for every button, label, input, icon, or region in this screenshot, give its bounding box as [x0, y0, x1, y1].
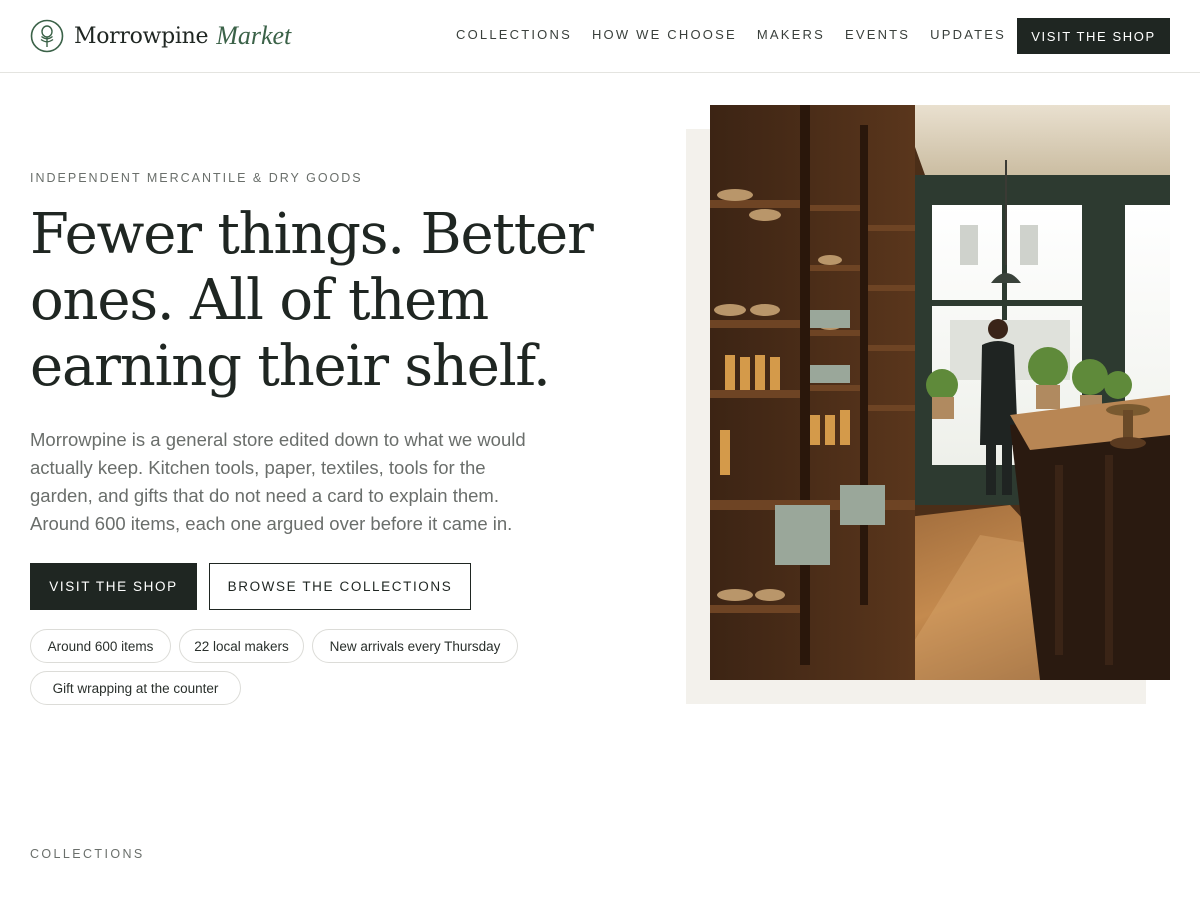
site-header: Morrowpine Market COLLECTIONS HOW WE CHO… — [0, 0, 1200, 73]
chip-gift-wrapping: Gift wrapping at the counter — [30, 671, 241, 705]
description-line-2: actually keep. Kitchen tools, paper, tex… — [30, 457, 486, 478]
header-visit-shop-button[interactable]: VISIT THE SHOP — [1017, 18, 1170, 54]
brand-accent: Market — [216, 21, 292, 50]
headline-line-1: Fewer things. Better — [30, 202, 594, 267]
browse-collections-button[interactable]: BROWSE THE COLLECTIONS — [209, 563, 471, 610]
description-line-4: Around 600 items, each one argued over b… — [30, 513, 513, 534]
headline-line-2: ones. All of them — [30, 268, 489, 333]
nav-makers[interactable]: MAKERS — [757, 26, 825, 44]
hero-eyebrow: INDEPENDENT MERCANTILE & DRY GOODS — [30, 171, 363, 185]
hero-headline: Fewer things. Better ones. All of them e… — [30, 202, 610, 400]
nav-collections[interactable]: COLLECTIONS — [456, 26, 572, 44]
nav-how-we-choose[interactable]: HOW WE CHOOSE — [592, 26, 737, 44]
chip-local-makers: 22 local makers — [179, 629, 304, 663]
collections-section-label: COLLECTIONS — [30, 847, 145, 861]
hero-description: Morrowpine is a general store edited dow… — [30, 426, 550, 538]
headline-line-3: earning their shelf. — [30, 334, 551, 399]
main-nav: COLLECTIONS HOW WE CHOOSE MAKERS EVENTS … — [456, 26, 1026, 44]
description-line-3: garden, and gifts that do not need a car… — [30, 485, 499, 506]
brand-logo[interactable]: Morrowpine Market — [30, 18, 291, 54]
brand-name: Morrowpine — [74, 23, 209, 49]
description-line-1: Morrowpine is a general store edited dow… — [30, 429, 526, 450]
nav-updates[interactable]: UPDATES — [930, 26, 1006, 44]
chip-items-count: Around 600 items — [30, 629, 171, 663]
chip-new-arrivals: New arrivals every Thursday — [312, 629, 518, 663]
tree-in-circle-icon — [30, 19, 64, 53]
visit-shop-button[interactable]: VISIT THE SHOP — [30, 563, 197, 610]
store-interior-photo — [710, 105, 1170, 680]
nav-events[interactable]: EVENTS — [845, 26, 910, 44]
